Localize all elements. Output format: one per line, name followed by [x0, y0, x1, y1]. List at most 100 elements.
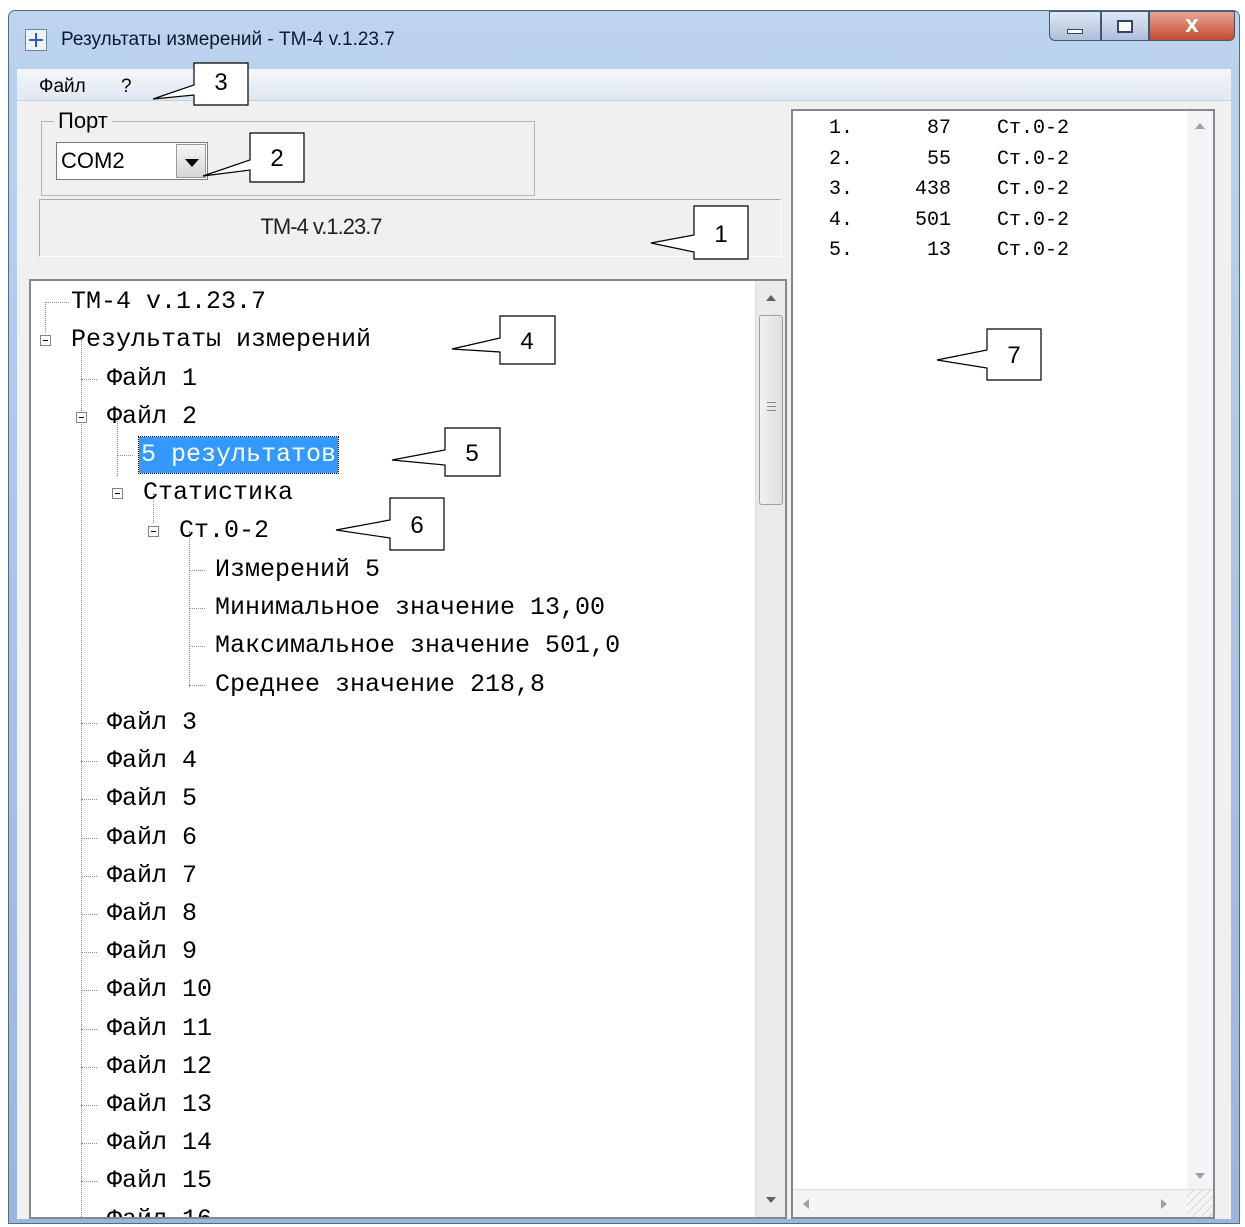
port-group: Порт COM2: [41, 108, 535, 196]
scroll-down-icon[interactable]: [1187, 1161, 1213, 1191]
result-value: 13: [926, 239, 951, 263]
resize-grip-icon[interactable]: [1187, 1189, 1213, 1217]
result-row[interactable]: 5. 13 Ст.0-2: [793, 239, 1173, 269]
result-name: Ст.0-2: [997, 117, 1070, 140]
results-hscrollbar[interactable]: [793, 1189, 1213, 1217]
tree-connector: [81, 837, 97, 839]
result-number: 4.: [829, 208, 854, 232]
tree-node-stat-group[interactable]: Ст.0-2: [179, 513, 269, 549]
scroll-left-icon[interactable]: [803, 1199, 809, 1209]
scroll-right-icon[interactable]: [1161, 1199, 1167, 1209]
tree-node-file[interactable]: Файл 3: [107, 705, 197, 741]
tree-node-results-count[interactable]: 5 результатов: [137, 436, 340, 474]
tree-node-file[interactable]: Файл 8: [107, 896, 197, 932]
tree-connector: [81, 1143, 97, 1145]
client-area: Файл ? Порт COM2 ТМ-4 v.1.23.7 ТМ-4 v.1.…: [17, 69, 1231, 1219]
tree-node-file[interactable]: Файл 14: [107, 1125, 212, 1161]
minimize-button[interactable]: [1049, 11, 1101, 41]
collapse-icon[interactable]: [40, 335, 51, 346]
tree-node-file[interactable]: Файл 16: [107, 1202, 212, 1217]
tree-connector: [189, 685, 205, 686]
close-button[interactable]: X: [1149, 11, 1235, 41]
scroll-down-icon[interactable]: [756, 1185, 785, 1215]
result-number: 3.: [829, 178, 854, 202]
result-name: Ст.0-2: [997, 147, 1070, 171]
menu-bar: Файл ?: [17, 69, 1231, 101]
tree-connector: [81, 875, 97, 877]
result-value: 55: [926, 147, 951, 171]
tree-connector: [189, 608, 205, 609]
tree-connector: [45, 302, 69, 303]
result-name: Ст.0-2: [997, 239, 1070, 263]
tree-node-file[interactable]: Файл 10: [107, 972, 212, 1008]
main-window: Результаты измерений - ТМ-4 v.1.23.7 X Ф…: [8, 10, 1240, 1224]
result-name: Ст.0-2: [997, 208, 1070, 232]
tree-connector: [81, 379, 97, 380]
tree-node-file[interactable]: Файл 6: [107, 820, 197, 856]
results-list[interactable]: 1. 87 Ст.0-2 2. 55 Ст.0-2 3. 438 Ст.0-2 4. 501 Ст.0…: [791, 109, 1215, 1219]
tree-node-results[interactable]: Результаты измерений: [71, 322, 371, 358]
collapse-icon[interactable]: [112, 488, 123, 499]
tree-scrollbar[interactable]: [755, 281, 785, 1217]
result-number: 1.: [829, 117, 854, 140]
collapse-icon[interactable]: [76, 412, 87, 423]
tree-node-stat-min[interactable]: Минимальное значение 13,00: [215, 590, 605, 626]
result-value: 438: [914, 178, 951, 202]
tree-node-file[interactable]: Файл 5: [107, 781, 197, 817]
results-vscrollbar[interactable]: [1187, 111, 1213, 1191]
tree-connector: [81, 1066, 97, 1068]
tree-root[interactable]: ТМ-4 v.1.23.7: [71, 284, 266, 320]
result-value: 87: [926, 117, 951, 140]
tree-node-statistics[interactable]: Статистика: [143, 475, 293, 511]
tree-node-file[interactable]: Файл 12: [107, 1049, 212, 1085]
scroll-up-icon[interactable]: [756, 283, 785, 313]
menu-file[interactable]: Файл: [39, 76, 86, 98]
tree-node-file[interactable]: Файл 13: [107, 1087, 212, 1123]
tree-connector: [81, 761, 97, 763]
tree-connector: [81, 990, 97, 992]
tree-connector: [81, 1028, 97, 1030]
tree-connector: [81, 1181, 97, 1183]
tree-connector: [189, 570, 205, 571]
maximize-button[interactable]: [1101, 11, 1149, 41]
result-name: Ст.0-2: [997, 178, 1070, 202]
menu-help[interactable]: ?: [121, 76, 132, 98]
tree-connector: [81, 723, 97, 724]
result-value: 501: [914, 208, 951, 232]
port-select-value: COM2: [61, 148, 125, 173]
results-tree[interactable]: ТМ-4 v.1.23.7 Результаты измерений Файл …: [29, 279, 787, 1219]
result-row[interactable]: 2. 55 Ст.0-2: [793, 148, 1173, 178]
tree-node-file[interactable]: Файл 9: [107, 934, 197, 970]
tree-node-file[interactable]: Файл 1: [107, 361, 197, 397]
tree-connector: [45, 302, 46, 333]
result-row[interactable]: 3. 438 Ст.0-2: [793, 178, 1173, 208]
grip-icon: [767, 402, 776, 411]
collapse-icon[interactable]: [148, 526, 159, 537]
tree-connector: [81, 952, 97, 954]
chevron-down-icon[interactable]: [176, 144, 206, 178]
result-number: 5.: [829, 239, 854, 263]
tree-node-file[interactable]: Файл 15: [107, 1163, 212, 1199]
minimize-icon: [1067, 28, 1083, 34]
port-label: Порт: [54, 108, 112, 134]
tree-node-stat-max[interactable]: Максимальное значение 501,0: [215, 628, 620, 664]
tree-node-file[interactable]: Файл 2: [107, 399, 197, 435]
tree-node-stat-count[interactable]: Измерений 5: [215, 552, 380, 588]
device-status-panel: ТМ-4 v.1.23.7: [39, 199, 781, 257]
maximize-icon: [1117, 19, 1133, 33]
tree-node-stat-avg[interactable]: Среднее значение 218,8: [215, 667, 545, 703]
port-select[interactable]: COM2: [56, 142, 208, 180]
tree-connector: [81, 914, 97, 915]
tree-node-file[interactable]: Файл 4: [107, 743, 197, 779]
tree-connector: [189, 646, 205, 647]
result-row[interactable]: 1. 87 Ст.0-2: [793, 117, 1173, 147]
title-bar[interactable]: Результаты измерений - ТМ-4 v.1.23.7 X: [9, 11, 1239, 69]
scroll-thumb[interactable]: [759, 315, 783, 505]
result-row[interactable]: 4. 501 Ст.0-2: [793, 209, 1173, 239]
device-status-text: ТМ-4 v.1.23.7: [260, 214, 382, 239]
scroll-up-icon[interactable]: [1187, 111, 1213, 141]
tree-node-file[interactable]: Файл 11: [107, 1011, 212, 1047]
tree-node-file[interactable]: Файл 7: [107, 858, 197, 894]
tree-connector: [81, 339, 82, 1217]
result-number: 2.: [829, 147, 854, 171]
